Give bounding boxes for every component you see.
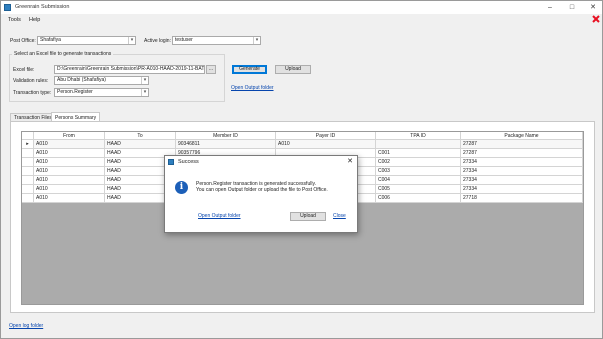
active-login-value: testuser	[175, 37, 193, 43]
cell-from: A010	[34, 140, 105, 149]
post-office-label: Post Office:	[10, 38, 36, 44]
column-header-from[interactable]: From	[34, 132, 105, 140]
cell-tpa-id: C002	[376, 158, 461, 167]
menu-tools[interactable]: Tools	[8, 17, 21, 23]
open-output-folder-link[interactable]: Open Output folder	[231, 85, 274, 91]
success-dialog: Success ✕ i Person.Register transaction …	[164, 155, 358, 233]
row-selector-icon: ▸	[22, 140, 34, 149]
generate-button[interactable]: Generate	[232, 65, 267, 74]
cell-package-name: 27334	[461, 185, 583, 194]
cell-tpa-id	[376, 140, 461, 149]
row-header-corner	[22, 132, 34, 140]
window-title: Greenrain Submission	[15, 4, 70, 10]
cell-package-name: 27334	[461, 176, 583, 185]
cell-from: A010	[34, 158, 105, 167]
chevron-down-icon: ▾	[141, 89, 148, 96]
cell-tpa-id: C001	[376, 149, 461, 158]
dialog-close-link[interactable]: Close	[333, 213, 346, 219]
validation-rules-value: Abu Dhabi (Shafafiya)	[57, 77, 106, 83]
cell-package-name: 27334	[461, 158, 583, 167]
close-window-button[interactable]: ✕	[584, 2, 602, 13]
transaction-type-select[interactable]: Person.Register ▾	[54, 88, 149, 97]
dialog-title: Success	[178, 159, 199, 165]
validation-rules-select[interactable]: Abu Dhabi (Shafafiya) ▾	[54, 76, 149, 85]
cell-package-name: 27287	[461, 149, 583, 158]
cell-from: A010	[34, 149, 105, 158]
active-login-select[interactable]: testuser ▾	[172, 36, 261, 45]
validation-rules-label: Validation rules:	[13, 78, 49, 84]
dialog-title-bar: Success ✕	[165, 156, 357, 168]
excel-file-input[interactable]: D:\Greenrain\Greenrain Submission\PR-A01…	[54, 65, 205, 74]
active-login-label: Active login:	[144, 38, 171, 44]
cell-package-name: 27287	[461, 140, 583, 149]
info-icon: i	[175, 181, 188, 194]
open-log-folder-link[interactable]: Open log folder	[9, 323, 43, 329]
cell-tpa-id: C003	[376, 167, 461, 176]
column-header-tpa-id[interactable]: TPA ID	[376, 132, 461, 140]
chevron-down-icon: ▾	[253, 37, 260, 44]
menu-bar: Tools Help	[1, 14, 602, 25]
column-header-payer-id[interactable]: Payer ID	[276, 132, 376, 140]
post-office-select[interactable]: Shafafiya ▾	[37, 36, 136, 45]
row-selector	[22, 167, 34, 176]
menu-help[interactable]: Help	[29, 17, 40, 23]
maximize-button[interactable]: □	[563, 2, 581, 13]
chevron-down-icon: ▾	[141, 77, 148, 84]
transaction-type-label: Transaction type:	[13, 90, 52, 96]
cell-tpa-id: C004	[376, 176, 461, 185]
cell-member-id: 90346811	[176, 140, 276, 149]
row-selector	[22, 185, 34, 194]
row-selector	[22, 194, 34, 203]
post-office-value: Shafafiya	[40, 37, 61, 43]
cell-payer-id: A010	[276, 140, 376, 149]
chevron-down-icon: ▾	[128, 37, 135, 44]
minimize-button[interactable]: –	[541, 2, 559, 13]
row-selector	[22, 176, 34, 185]
cell-from: A010	[34, 176, 105, 185]
app-icon	[168, 159, 174, 165]
main-window: Greenrain Submission – □ ✕ Tools Help Po…	[0, 0, 603, 339]
red-x-icon[interactable]	[592, 15, 600, 23]
cell-to: HAAD	[105, 140, 176, 149]
grid-header: From To Member ID Payer ID TPA ID Packag…	[22, 132, 583, 140]
upload-button[interactable]: Upload	[275, 65, 311, 74]
dialog-close-icon[interactable]: ✕	[345, 157, 355, 167]
cell-from: A010	[34, 167, 105, 176]
cell-tpa-id: C005	[376, 185, 461, 194]
column-header-package-name[interactable]: Package Name	[461, 132, 583, 140]
row-selector	[22, 158, 34, 167]
app-icon	[4, 4, 11, 11]
row-selector	[22, 149, 34, 158]
title-bar: Greenrain Submission – □ ✕	[1, 1, 602, 14]
transaction-type-value: Person.Register	[57, 89, 93, 95]
excel-file-label: Excel file:	[13, 67, 35, 73]
dialog-upload-button[interactable]: Upload	[290, 212, 326, 221]
cell-from: A010	[34, 185, 105, 194]
column-header-member-id[interactable]: Member ID	[176, 132, 276, 140]
cell-tpa-id: C006	[376, 194, 461, 203]
dialog-open-output-folder-link[interactable]: Open Output folder	[198, 213, 241, 219]
cell-package-name: 27334	[461, 167, 583, 176]
cell-package-name: 27718	[461, 194, 583, 203]
dialog-message-line-2: You can open Output folder or upload the…	[196, 187, 328, 193]
cell-from: A010	[34, 194, 105, 203]
browse-button[interactable]: ...	[206, 65, 216, 74]
table-row[interactable]: ▸ A010 HAAD 90346811 A010 27287	[22, 140, 583, 149]
excel-group-title: Select an Excel file to generate transac…	[12, 51, 114, 57]
column-header-to[interactable]: To	[105, 132, 176, 140]
